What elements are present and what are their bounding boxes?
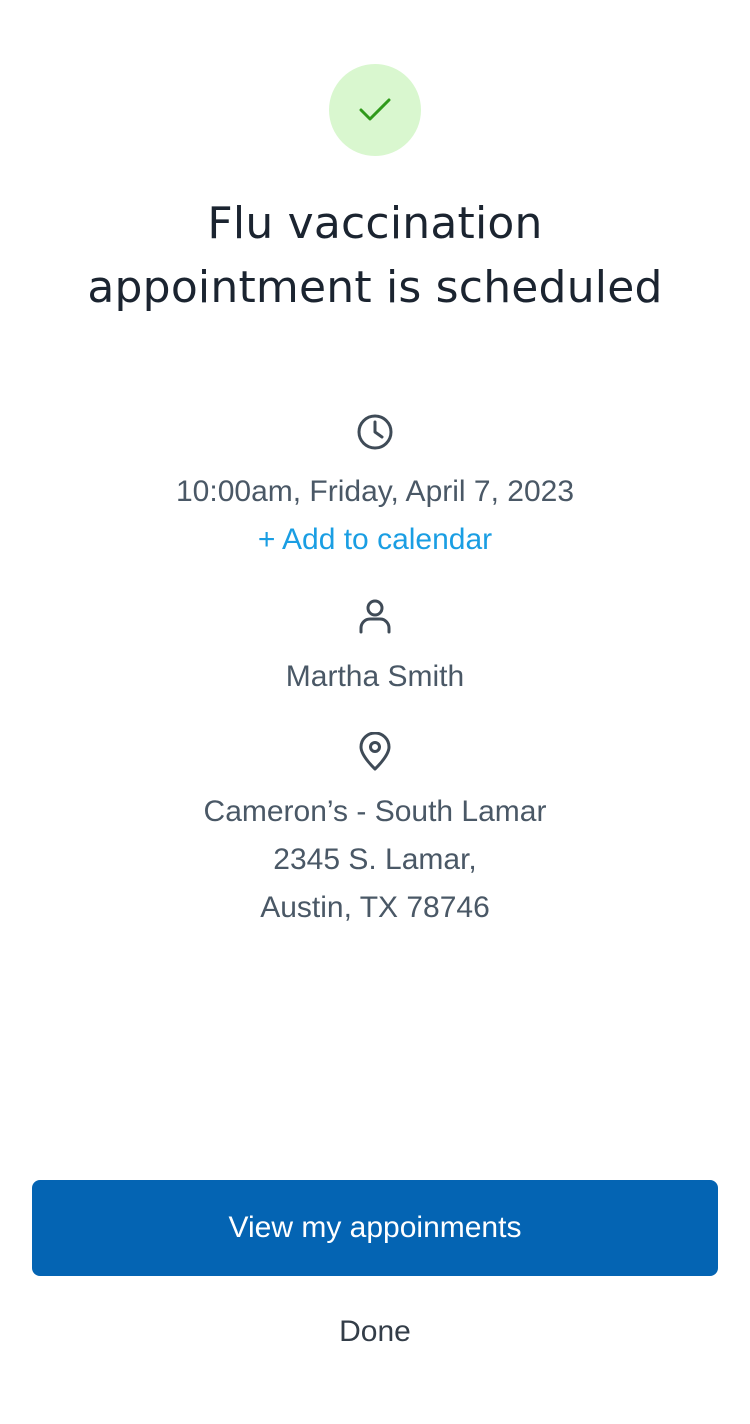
done-button[interactable]: Done	[275, 1300, 475, 1364]
appointment-datetime: 10:00am, Friday, April 7, 2023	[176, 475, 574, 508]
patient-name: Martha Smith	[285, 660, 465, 693]
title-line-1: Flu vaccination	[207, 198, 543, 249]
clock-icon	[355, 412, 395, 452]
address-line-2: Austin, TX 78746	[260, 891, 490, 924]
checkmark-icon	[359, 98, 391, 121]
person-icon	[355, 596, 395, 636]
location-pin-icon	[355, 732, 395, 772]
add-to-calendar-link[interactable]: + Add to calendar	[0, 516, 750, 564]
address-line-1: 2345 S. Lamar,	[273, 843, 477, 876]
success-badge	[329, 64, 421, 156]
view-appointments-button[interactable]: View my appoinments	[32, 1180, 718, 1276]
page-title: Flu vaccination appointment is scheduled	[0, 192, 750, 320]
title-line-2: appointment is scheduled	[87, 262, 663, 313]
location-name: Cameron’s - South Lamar	[203, 795, 547, 828]
